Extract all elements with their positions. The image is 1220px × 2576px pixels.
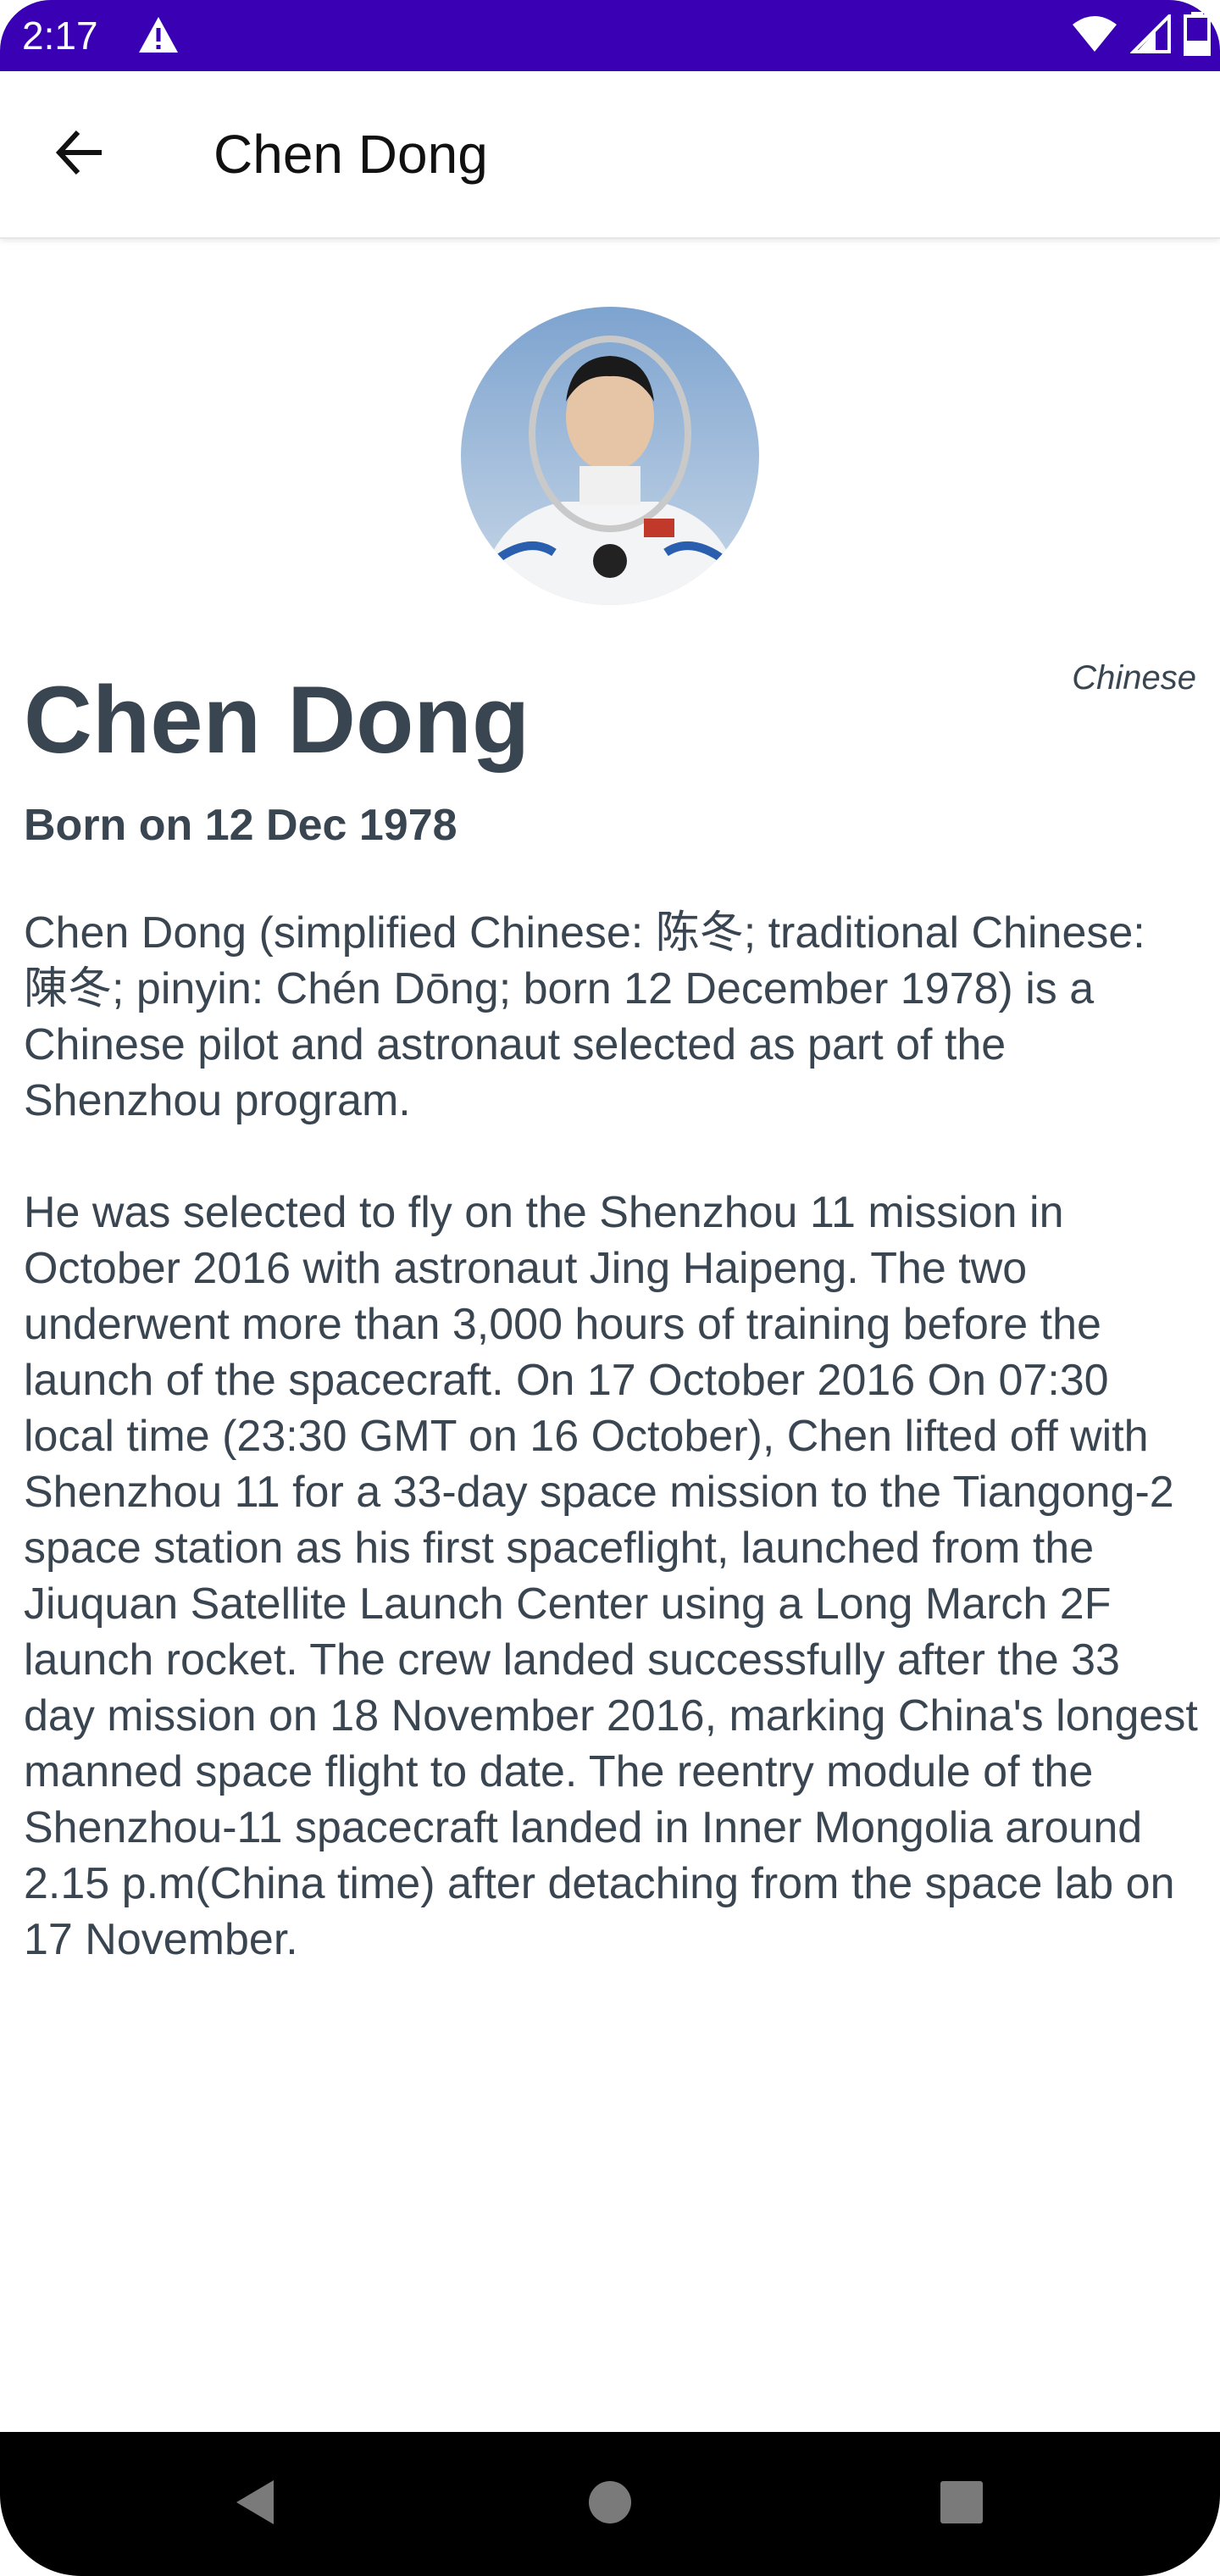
arrow-back-icon bbox=[53, 125, 107, 184]
wifi-icon bbox=[1071, 14, 1118, 58]
status-bar: 2:17 bbox=[0, 0, 1220, 71]
bio-paragraph: Chen Dong (simplified Chinese: 陈冬; tradi… bbox=[24, 908, 1145, 1125]
signal-icon bbox=[1129, 11, 1171, 58]
back-button[interactable] bbox=[39, 114, 120, 195]
avatar bbox=[461, 307, 759, 605]
status-time: 2:17 bbox=[22, 14, 98, 58]
nav-back-button[interactable] bbox=[217, 2466, 293, 2542]
warning-icon bbox=[137, 15, 180, 54]
birth-date: Born on 12 Dec 1978 bbox=[24, 801, 458, 850]
biography: Chen Dong (simplified Chinese: 陈冬; tradi… bbox=[24, 905, 1201, 2024]
home-circle-icon bbox=[586, 2479, 634, 2530]
recents-square-icon bbox=[938, 2479, 985, 2530]
bio-paragraph: He was selected to fly on the Shenzhou 1… bbox=[24, 1188, 1198, 1964]
app-bar: Chen Dong bbox=[0, 71, 1220, 239]
status-icons bbox=[1071, 11, 1212, 60]
app-screen: 2:17 Chen Dong Chinese Chen Dong Born on… bbox=[0, 0, 1220, 2576]
navigation-bar bbox=[0, 2432, 1220, 2576]
app-bar-title: Chen Dong bbox=[214, 124, 488, 185]
person-name: Chen Dong bbox=[24, 667, 530, 773]
nav-home-button[interactable] bbox=[572, 2466, 648, 2542]
nationality-label: Chinese bbox=[1072, 659, 1196, 697]
back-triangle-icon bbox=[231, 2477, 279, 2532]
nav-recents-button[interactable] bbox=[923, 2466, 1000, 2542]
battery-icon bbox=[1183, 11, 1212, 60]
